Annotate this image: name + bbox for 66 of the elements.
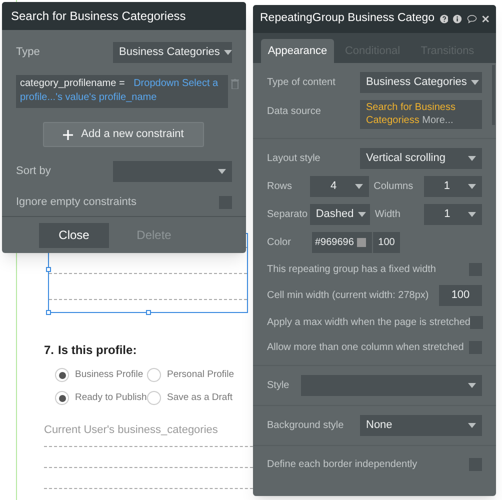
scrollbar[interactable]: [492, 65, 495, 125]
resize-handle[interactable]: [46, 267, 51, 272]
close-button[interactable]: Close: [39, 222, 109, 248]
field-label: Color: [267, 236, 292, 250]
field-label: Separato: [267, 208, 309, 222]
number-field[interactable]: 100: [439, 285, 482, 306]
checkbox-label: Allow more than one column when stretched: [267, 340, 464, 354]
opacity-field[interactable]: 100: [373, 232, 400, 253]
checkbox-label: Ignore empty constraints: [16, 195, 136, 210]
comment-icon[interactable]: [466, 13, 477, 25]
resize-handle[interactable]: [46, 310, 51, 315]
trash-icon[interactable]: [231, 79, 239, 89]
caret-icon: [468, 383, 476, 388]
field-label: Style: [267, 379, 290, 393]
field-label: Sort by: [16, 164, 51, 180]
caret-icon: [218, 169, 226, 174]
data-source-field[interactable]: Search for Business Categoriess More...: [360, 100, 482, 129]
constraint-field[interactable]: category_profilename = Dropdown Select a profile...'s value's profile_name: [16, 75, 228, 108]
field-label: Type: [16, 45, 40, 60]
dropdown[interactable]: [301, 375, 482, 396]
tab[interactable]: Appearance: [261, 39, 334, 63]
dropdown[interactable]: Business Categories: [113, 42, 232, 63]
plus-icon: [63, 130, 74, 140]
close-icon[interactable]: [482, 14, 489, 24]
question-text: Is this profile:: [58, 342, 137, 359]
dropdown[interactable]: Business Categories: [360, 72, 482, 93]
dropdown[interactable]: Vertical scrolling: [360, 148, 482, 169]
caret-icon: [468, 184, 476, 189]
dropdown[interactable]: Dashed: [310, 204, 370, 225]
caret-icon: [468, 156, 476, 161]
dropdown[interactable]: 1: [424, 204, 482, 225]
field-label: Data source: [267, 105, 321, 119]
radio-option[interactable]: Save as a Draft: [147, 391, 232, 405]
question-number: 7.: [44, 342, 54, 359]
radio-option[interactable]: Personal Profile: [147, 368, 234, 382]
list-label: Current User's business_categories: [44, 423, 218, 438]
radio-option[interactable]: Ready to Publish: [55, 391, 147, 405]
field-label: Cell min width (current width: 278px): [267, 289, 429, 303]
info-icon[interactable]: [453, 13, 462, 25]
dropdown[interactable]: None: [360, 415, 482, 436]
dropdown[interactable]: 1: [424, 176, 482, 197]
caret-icon: [358, 212, 366, 217]
checkbox-label: Define each border independently: [267, 458, 418, 472]
field-label: Rows: [267, 180, 294, 194]
resize-handle[interactable]: [146, 310, 151, 315]
field-label: Width: [374, 208, 402, 222]
panel-title: Search for Business Categoriess: [11, 8, 186, 25]
checkbox-label: Apply a max width when the page is stretched: [267, 316, 470, 330]
caret-icon: [354, 184, 363, 189]
panel-title: RepeatingGroup Business Catego: [260, 11, 435, 26]
dropdown[interactable]: 4: [310, 176, 369, 197]
caret-icon: [468, 212, 476, 217]
radio-option[interactable]: Business Profile: [55, 368, 144, 382]
color-swatch: [356, 238, 366, 247]
field-label: Columns: [374, 180, 414, 194]
field-label: Type of content: [267, 76, 336, 90]
checkbox-label: This repeating group has a fixed width: [267, 262, 436, 276]
caret-icon: [470, 80, 479, 85]
add-constraint-button[interactable]: Add a new constraint: [43, 122, 204, 147]
color-field[interactable]: #969696: [312, 232, 372, 253]
dropdown[interactable]: [113, 161, 232, 182]
field-label: Background style: [267, 419, 344, 433]
caret-icon: [468, 423, 476, 428]
help-icon[interactable]: [440, 13, 448, 25]
field-label: Layout style: [267, 152, 320, 166]
caret-icon: [224, 50, 232, 55]
